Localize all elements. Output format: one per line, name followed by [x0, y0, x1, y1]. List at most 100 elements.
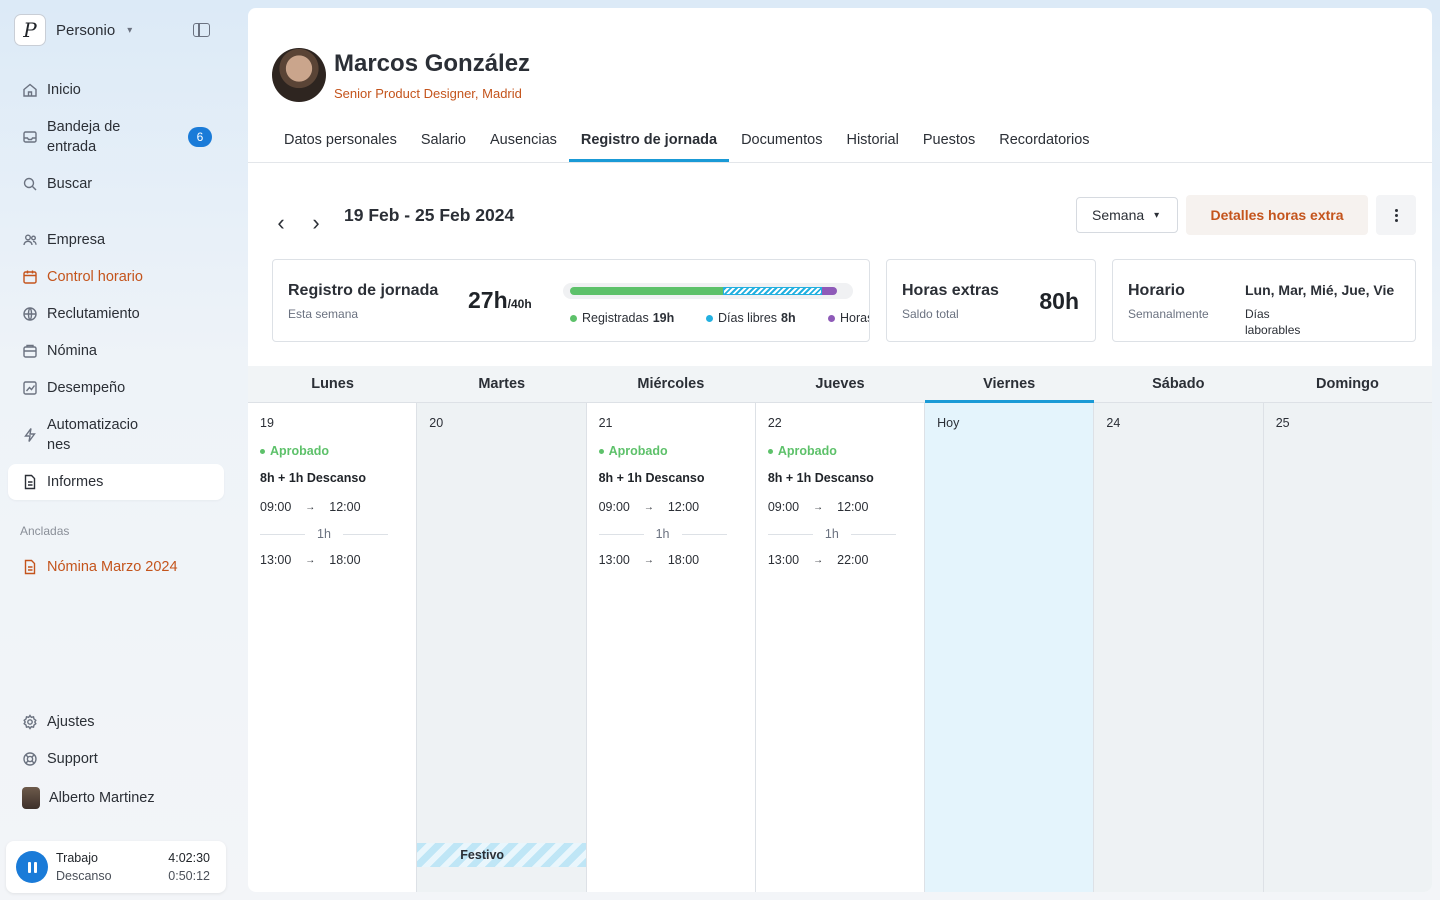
pause-button[interactable] [16, 851, 48, 883]
chart-icon [22, 380, 38, 396]
tab-historial[interactable]: Historial [834, 120, 910, 162]
pinned-item-nomina-marzo[interactable]: Nómina Marzo 2024 [8, 557, 224, 577]
chevron-down-icon: ▾ [1154, 209, 1160, 221]
lifebuoy-icon [22, 751, 38, 767]
sidebar-item-label: Control horario [47, 269, 143, 285]
status-badge: Aprobado [768, 444, 837, 458]
working-days-label: Días laborables [1245, 307, 1301, 337]
workspace-switcher[interactable]: P Personio ▾ [14, 14, 132, 46]
sidebar-item-buscar[interactable]: Buscar [8, 174, 224, 194]
home-icon [22, 82, 38, 98]
sidebar-item-label: Bandeja de entrada [47, 119, 121, 155]
sidebar-item-empresa[interactable]: Empresa [8, 230, 224, 250]
card-title: Horas extras [902, 282, 999, 299]
overtime-details-button[interactable]: Detalles horas extra [1186, 195, 1368, 235]
sidebar-item-ajustes[interactable]: Ajustes [8, 712, 224, 732]
sidebar: P Personio ▾ Inicio Bandeja de entrada 6… [0, 0, 240, 900]
work-label: Trabajo [56, 851, 98, 865]
sidebar-collapse-icon[interactable] [193, 23, 210, 37]
tab-recordatorios[interactable]: Recordatorios [987, 120, 1101, 162]
day-cell-tuesday[interactable]: 20 Festivo [417, 403, 587, 892]
status-badge: Aprobado [599, 444, 668, 458]
card-title: Horario [1128, 282, 1185, 299]
holiday-banner: Festivo [417, 843, 586, 867]
day-number: 21 [598, 416, 613, 430]
card-subtitle: Esta semana [288, 307, 359, 321]
weekday-header: Jueves [815, 376, 865, 392]
view-select-value: Semana [1092, 207, 1145, 223]
legend-overtime: Horas extra [828, 311, 869, 325]
card-subtitle: Semanalmente [1128, 307, 1209, 321]
tab-ausencias[interactable]: Ausencias [478, 120, 569, 162]
tabs-divider [248, 162, 1432, 163]
sidebar-item-nomina[interactable]: Nómina [8, 341, 224, 361]
profile-avatar [272, 48, 326, 102]
sidebar-item-control-horario[interactable]: Control horario [8, 267, 224, 287]
today-label: Hoy [937, 416, 960, 430]
time-entry[interactable]: 09:00 → 12:00 [768, 500, 869, 514]
legend-dot [828, 314, 835, 322]
main-panel: Marcos González Senior Product Designer,… [248, 8, 1432, 892]
day-cell-friday-today[interactable]: Hoy [925, 403, 1095, 892]
search-icon [22, 176, 38, 192]
next-week-button[interactable]: › [307, 210, 325, 236]
sidebar-user[interactable]: Alberto Martinez [8, 787, 224, 809]
sidebar-item-reclutamiento[interactable]: Reclutamiento [8, 304, 224, 324]
legend-dot [570, 314, 577, 322]
personio-logo: P [14, 14, 46, 46]
previous-week-button[interactable]: ‹ [272, 210, 290, 236]
legend-registered: Registradas 19h [570, 311, 674, 325]
calendar-grid: 19 Aprobado 8h + 1h Descanso 09:00 → 12:00… [248, 403, 1432, 892]
break-divider: 1h [260, 527, 388, 541]
progress-days-off [722, 287, 822, 295]
day-number: 24 [1106, 416, 1121, 430]
time-entry[interactable]: 13:00 → 18:00 [599, 553, 700, 567]
sidebar-item-label: Automatizaciones [47, 417, 139, 453]
tab-documentos[interactable]: Documentos [729, 120, 834, 162]
payroll-icon [22, 343, 38, 359]
tab-registro-de-jornada[interactable]: Registro de jornada [568, 120, 730, 162]
hours-total: 27h/40h [468, 287, 532, 313]
day-number: 25 [1275, 416, 1290, 430]
time-entry[interactable]: 13:00 → 18:00 [260, 553, 361, 567]
more-options-icon[interactable] [1376, 195, 1416, 235]
day-cell-sunday[interactable]: 25 [1263, 403, 1432, 892]
day-cell-wednesday[interactable]: 21 Aprobado 8h + 1h Descanso 09:00 → 12:00… [587, 403, 756, 892]
inbox-count-badge: 6 [188, 127, 212, 147]
people-icon [22, 232, 38, 248]
sidebar-item-inbox[interactable]: Bandeja de entrada 6 [8, 117, 224, 157]
day-cell-thursday[interactable]: 22 Aprobado 8h + 1h Descanso 09:00 → 12:00… [756, 403, 926, 892]
tab-salario[interactable]: Salario [409, 120, 478, 162]
weekday-header: Martes [478, 376, 526, 392]
break-divider: 1h [767, 527, 896, 541]
day-summary: 8h + 1h Descanso [767, 471, 874, 485]
sidebar-item-informes[interactable]: Informes [8, 464, 224, 500]
progress-registered [570, 287, 723, 295]
pinned-item-label: Nómina Marzo 2024 [47, 559, 178, 575]
tab-datos-personales[interactable]: Datos personales [272, 120, 409, 162]
time-entry[interactable]: 09:00 → 12:00 [260, 500, 361, 514]
sidebar-item-desempeno[interactable]: Desempeño [8, 378, 224, 398]
attendance-summary-card: Registro de jornada Esta semana 27h/40h … [272, 259, 870, 342]
time-entry[interactable]: 13:00 → 22:00 [768, 553, 869, 567]
weekday-header: Domingo [1316, 376, 1379, 392]
sidebar-item-support[interactable]: Support [8, 749, 224, 769]
calendar-icon [22, 269, 38, 285]
day-summary: 8h + 1h Descanso [598, 471, 705, 485]
chevron-down-icon: ▾ [127, 24, 133, 36]
sidebar-item-automatizaciones[interactable]: Automatizaciones [8, 415, 224, 455]
sidebar-item-inicio[interactable]: Inicio [8, 80, 224, 100]
gear-icon [22, 714, 38, 730]
tab-puestos[interactable]: Puestos [911, 120, 987, 162]
day-cell-monday[interactable]: 19 Aprobado 8h + 1h Descanso 09:00 → 12:00… [248, 403, 418, 892]
weekday-header: Sábado [1152, 376, 1205, 392]
view-select[interactable]: Semana ▾ [1076, 197, 1178, 233]
inbox-icon [22, 129, 38, 145]
sidebar-item-label: Support [47, 751, 98, 767]
time-entry[interactable]: 09:00 → 12:00 [599, 500, 700, 514]
break-label: Descanso [56, 869, 112, 883]
weekday-header: Miércoles [637, 376, 705, 392]
day-cell-saturday[interactable]: 24 [1094, 403, 1264, 892]
attendance-progress-bar [563, 283, 853, 299]
legend-dot [706, 314, 713, 322]
